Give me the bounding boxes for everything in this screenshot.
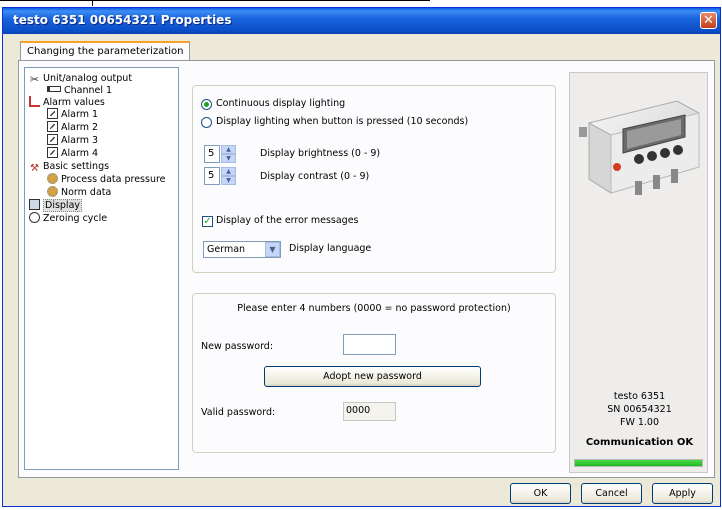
tree-item-process-data-pressure[interactable]: Process data pressure — [47, 173, 166, 186]
tree-item-label: Display — [43, 199, 83, 212]
settings-tree[interactable]: ✂ Unit/analog output Channel 1 Alarm valu… — [24, 67, 179, 470]
gear-icon — [47, 186, 58, 197]
spin-down-icon[interactable]: ▼ — [221, 154, 236, 163]
tree-item-label: Alarm values — [43, 97, 105, 108]
ok-button[interactable]: OK — [510, 483, 571, 504]
alarm-icon — [47, 147, 58, 158]
radio-button-lighting[interactable] — [201, 117, 212, 128]
password-hint: Please enter 4 numbers (0000 = no passwo… — [237, 303, 511, 314]
basic-settings-icon: ⚒ — [30, 163, 39, 174]
tree-item-label: Basic settings — [43, 161, 110, 172]
tree-item-label: Alarm 2 — [61, 122, 99, 133]
alarm-icon — [47, 121, 58, 132]
language-select[interactable]: German ▼ — [203, 241, 281, 258]
title-bar[interactable]: testo 6351 00654321 Properties ✕ — [3, 8, 720, 34]
error-messages-label: Display of the error messages — [216, 215, 359, 226]
tree-item-label: Channel 1 — [64, 85, 113, 96]
tree-item-alarm-3[interactable]: Alarm 3 — [47, 134, 98, 147]
spin-down-icon[interactable]: ▼ — [221, 176, 236, 185]
alarm-icon — [47, 108, 58, 119]
tab-changing-parameterization[interactable]: Changing the parameterization — [20, 41, 191, 61]
clock-icon — [29, 212, 40, 223]
tree-item-label: Alarm 1 — [61, 109, 99, 120]
tree-item-label: Norm data — [61, 187, 112, 198]
alarm-values-icon — [29, 96, 40, 107]
alarm-icon — [47, 134, 58, 145]
new-password-input[interactable] — [343, 334, 396, 355]
brightness-value[interactable]: 5 — [204, 145, 220, 163]
communication-progress-fill — [575, 460, 702, 466]
spin-up-icon[interactable]: ▲ — [221, 145, 236, 154]
tree-item-display[interactable]: Display — [29, 199, 83, 212]
tree-item-alarm-4[interactable]: Alarm 4 — [47, 147, 98, 160]
spin-up-icon[interactable]: ▲ — [221, 167, 236, 176]
tree-item-label: Alarm 3 — [61, 135, 99, 146]
communication-status: Communication OK — [585, 437, 694, 448]
new-password-label: New password: — [201, 341, 274, 352]
close-icon: ✕ — [703, 13, 714, 28]
tree-item-alarm-2[interactable]: Alarm 2 — [47, 121, 98, 134]
adopt-password-button[interactable]: Adopt new password — [264, 366, 481, 387]
language-label: Display language — [289, 243, 372, 254]
tree-item-label: Zeroing cycle — [43, 213, 108, 224]
channel-icon — [47, 86, 61, 92]
display-settings-group: Continuous display lighting Display ligh… — [192, 85, 556, 273]
cancel-button[interactable]: Cancel — [581, 483, 642, 504]
contrast-stepper[interactable]: 5 ▲ ▼ — [204, 167, 237, 185]
device-firmware: FW 1.00 — [619, 417, 660, 428]
chevron-down-icon[interactable]: ▼ — [265, 242, 280, 257]
unit-output-icon: ✂ — [29, 73, 40, 86]
tree-item-label: Unit/analog output — [43, 73, 133, 84]
valid-password-field: 0000 — [343, 402, 396, 421]
error-messages-checkbox[interactable]: ✓ — [202, 216, 213, 227]
close-button[interactable]: ✕ — [700, 12, 717, 29]
contrast-label: Display contrast (0 - 9) — [260, 171, 370, 182]
brightness-label: Display brightness (0 - 9) — [260, 148, 381, 159]
window-title: testo 6351 00654321 Properties — [13, 13, 232, 27]
page-rule-tick — [92, 0, 93, 6]
brightness-stepper[interactable]: 5 ▲ ▼ — [204, 145, 237, 163]
properties-dialog: testo 6351 00654321 Properties ✕ Changin… — [2, 7, 721, 507]
tree-item-norm-data[interactable]: Norm data — [47, 186, 111, 199]
password-group: Please enter 4 numbers (0000 = no passwo… — [192, 293, 556, 453]
contrast-value[interactable]: 5 — [204, 167, 220, 185]
tree-item-alarm-1[interactable]: Alarm 1 — [47, 108, 98, 121]
language-value: German — [207, 244, 246, 255]
radio-button-label: Display lighting when button is pressed … — [216, 116, 469, 127]
tree-item-zeroing-cycle[interactable]: Zeroing cycle — [29, 212, 107, 225]
communication-progress — [574, 459, 703, 467]
tree-item-label: Alarm 4 — [61, 148, 99, 159]
radio-continuous-lighting[interactable] — [201, 99, 212, 110]
page-rule — [0, 0, 430, 1]
device-image — [579, 100, 700, 195]
tab-panel: ✂ Unit/analog output Channel 1 Alarm valu… — [18, 60, 715, 478]
valid-password-label: Valid password: — [201, 407, 276, 418]
device-model: testo 6351 — [613, 391, 666, 402]
apply-button[interactable]: Apply — [652, 483, 713, 504]
tree-item-basic-settings[interactable]: ⚒ Basic settings — [29, 160, 110, 174]
device-serial: SN 00654321 — [607, 404, 672, 415]
gear-icon — [47, 173, 58, 184]
device-panel: testo 6351 SN 00654321 FW 1.00 Communica… — [569, 72, 708, 473]
display-icon — [29, 199, 40, 210]
radio-continuous-label: Continuous display lighting — [216, 98, 346, 109]
tree-item-label: Process data pressure — [61, 174, 166, 185]
